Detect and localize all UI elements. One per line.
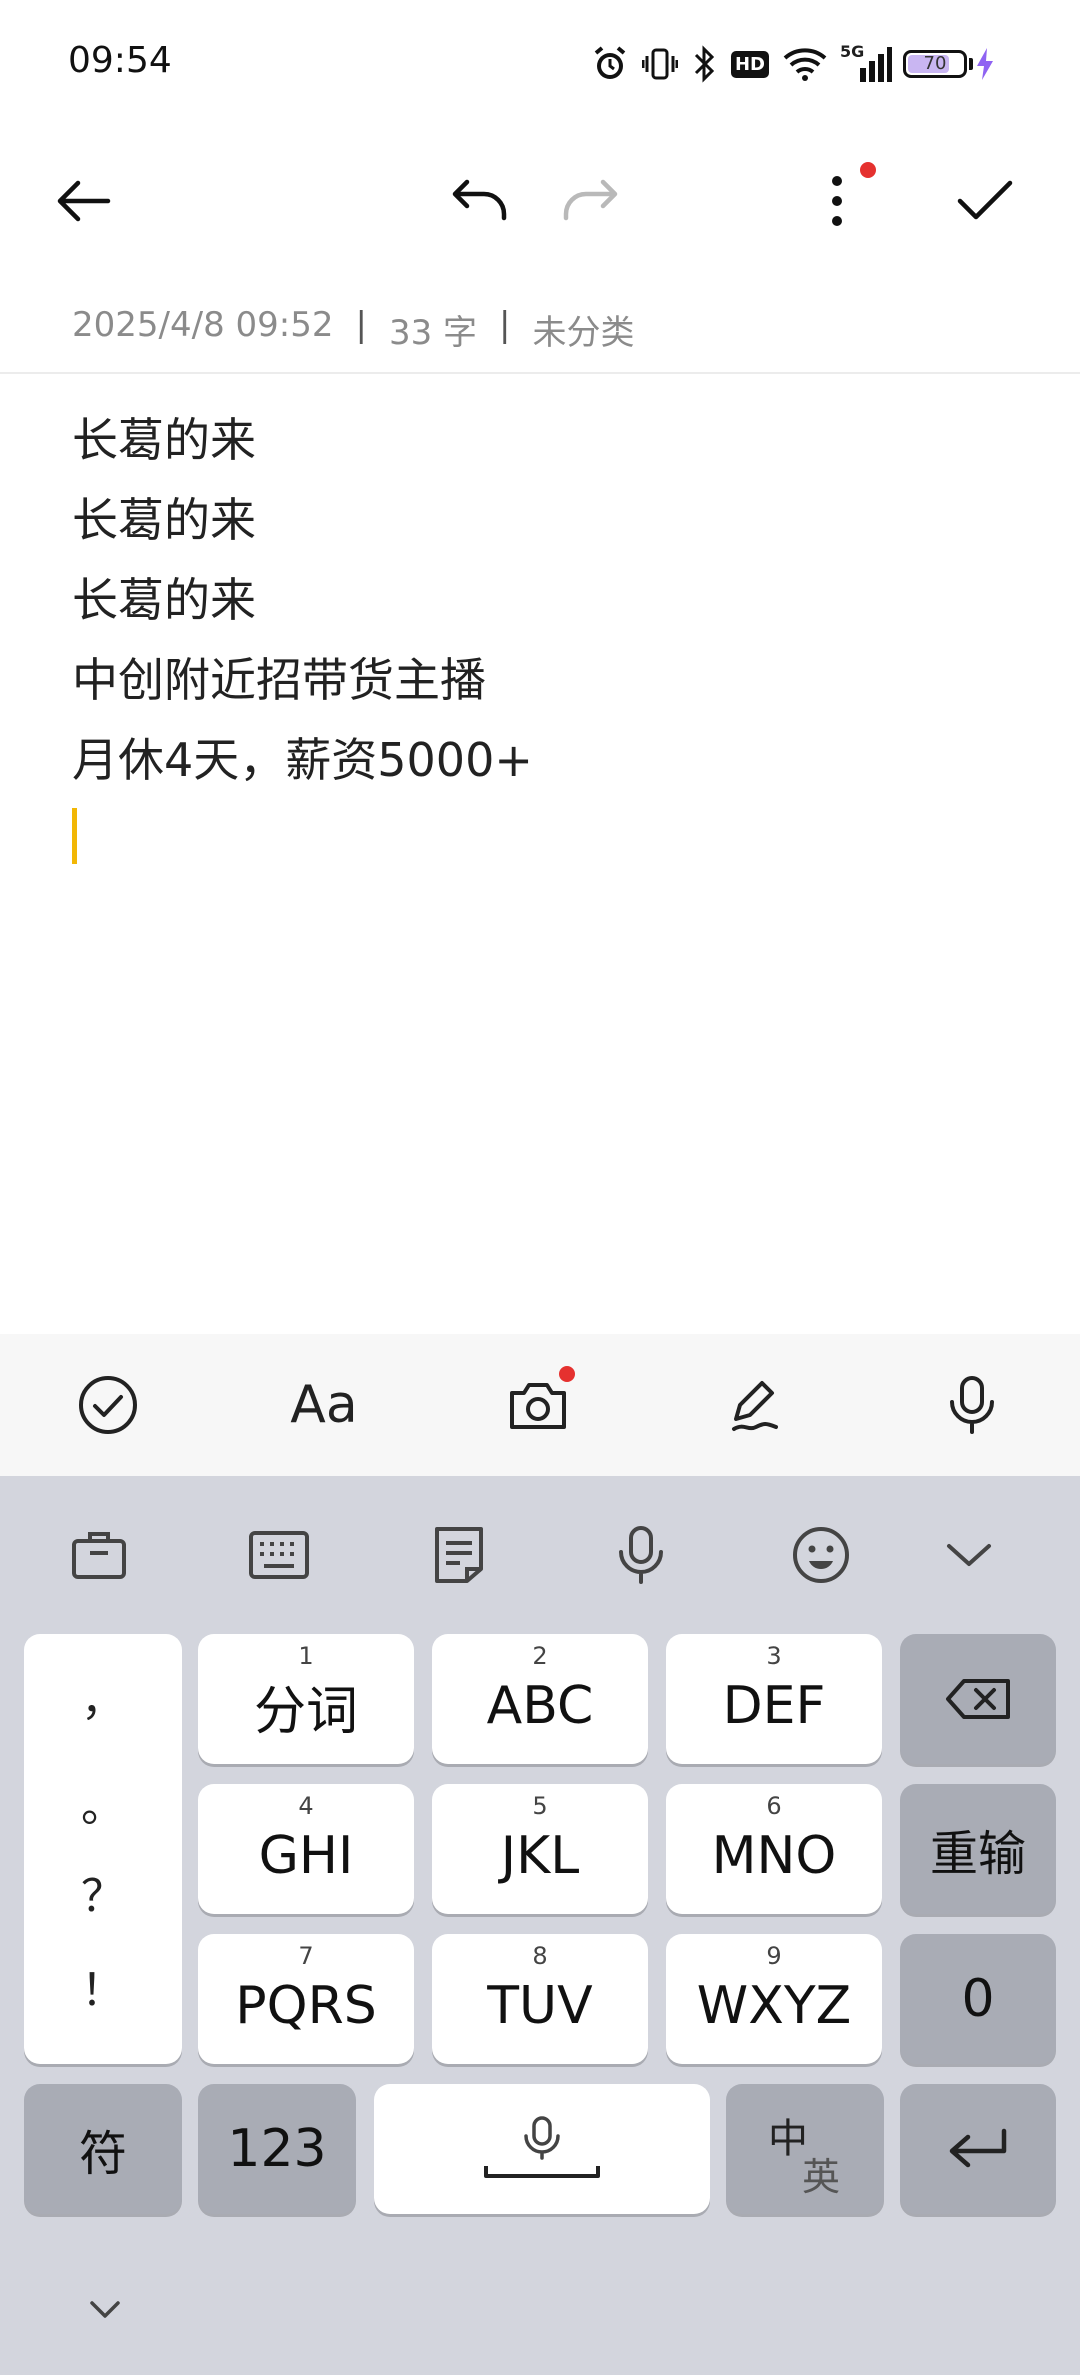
- meta-separator: |: [355, 305, 367, 345]
- chevron-down-icon: [947, 1544, 991, 1566]
- note-body[interactable]: 长葛的来 长葛的来 长葛的来 中创附近招带货主播 月休4天，薪资5000+: [72, 400, 533, 800]
- back-arrow-icon: [57, 180, 111, 222]
- space-key[interactable]: [374, 2084, 710, 2214]
- kb-toolbox-button[interactable]: [44, 1500, 154, 1610]
- text-cursor: [72, 808, 77, 864]
- key-2[interactable]: 2 ABC: [432, 1634, 648, 1764]
- meta-separator: |: [499, 305, 511, 345]
- bluetooth-icon: [688, 44, 722, 84]
- text-format-button[interactable]: Aa: [264, 1334, 384, 1476]
- key-7[interactable]: 7 PQRS: [198, 1934, 414, 2064]
- voice-input-button[interactable]: [912, 1334, 1032, 1476]
- numeric-key[interactable]: 123: [198, 2084, 356, 2214]
- punct-question[interactable]: ？: [24, 1860, 182, 1924]
- pen-button[interactable]: [696, 1334, 816, 1476]
- note-line: 长葛的来: [72, 413, 256, 467]
- checklist-button[interactable]: [48, 1334, 168, 1476]
- camera-button[interactable]: [478, 1334, 598, 1476]
- notification-dot: [860, 162, 876, 178]
- checkmark-icon: [957, 180, 1013, 220]
- key-4[interactable]: 4 GHI: [198, 1784, 414, 1914]
- emoji-icon: [793, 1527, 849, 1583]
- kb-clipboard-button[interactable]: [404, 1500, 514, 1610]
- backspace-icon: [946, 1679, 1010, 1719]
- kb-voice-button[interactable]: [586, 1500, 696, 1610]
- pen-icon: [732, 1381, 778, 1431]
- keyboard-icon: [249, 1531, 309, 1579]
- key-8[interactable]: 8 TUV: [432, 1934, 648, 2064]
- microphone-icon: [619, 1526, 663, 1584]
- note-line: 中创附近招带货主播: [72, 653, 486, 707]
- redo-icon: [563, 179, 618, 221]
- space-mic-icon: [484, 2116, 600, 2178]
- 5g-signal-icon: 5G: [838, 42, 892, 84]
- alarm-icon: [590, 44, 630, 84]
- hd-icon: HD: [730, 44, 770, 84]
- note-meta: 2025/4/8 09:52 | 33 字 | 未分类: [72, 305, 635, 354]
- notification-dot: [559, 1366, 575, 1382]
- redo-button[interactable]: [544, 156, 634, 246]
- clipboard-icon: [435, 1527, 483, 1583]
- back-button[interactable]: [38, 156, 128, 246]
- backspace-key[interactable]: [900, 1634, 1056, 1764]
- key-1[interactable]: 1 分词: [198, 1634, 414, 1764]
- kb-emoji-button[interactable]: [766, 1500, 876, 1610]
- hide-keyboard-button[interactable]: [70, 2280, 140, 2340]
- kb-layout-button[interactable]: [224, 1500, 334, 1610]
- chevron-down-icon: [90, 2301, 120, 2318]
- note-line: 月休4天，薪资5000+: [72, 733, 533, 787]
- camera-icon: [510, 1383, 566, 1429]
- charging-icon: [972, 44, 998, 84]
- more-vert-icon: [832, 176, 842, 226]
- symbol-key[interactable]: 符: [24, 2084, 182, 2214]
- key-3[interactable]: 3 DEF: [666, 1634, 882, 1764]
- kb-collapse-button[interactable]: [914, 1500, 1024, 1610]
- note-char-count: 33 字: [388, 313, 478, 353]
- microphone-icon: [950, 1376, 994, 1434]
- divider: [0, 372, 1080, 374]
- checklist-icon: [79, 1376, 137, 1434]
- note-line: 长葛的来: [72, 493, 256, 547]
- key-9[interactable]: 9 WXYZ: [666, 1934, 882, 2064]
- text-format-icon: Aa: [290, 1375, 358, 1435]
- vibrate-icon: [640, 44, 680, 84]
- status-time: 09:54: [68, 40, 172, 81]
- reenter-key[interactable]: 重输: [900, 1784, 1056, 1914]
- toolbox-icon: [72, 1532, 126, 1579]
- punct-period[interactable]: 。: [24, 1770, 182, 1834]
- punctuation-column[interactable]: ， 。 ？ ！: [24, 1634, 182, 2064]
- punct-exclaim[interactable]: ！: [24, 1954, 182, 2018]
- key-0[interactable]: 0: [900, 1934, 1056, 2064]
- punct-comma[interactable]: ，: [24, 1664, 182, 1728]
- note-line: 长葛的来: [72, 573, 256, 627]
- key-5[interactable]: 5 JKL: [432, 1784, 648, 1914]
- key-6[interactable]: 6 MNO: [666, 1784, 882, 1914]
- undo-icon: [452, 179, 507, 221]
- battery-icon: 70: [902, 44, 974, 84]
- save-button[interactable]: [940, 156, 1030, 246]
- wifi-icon: [780, 44, 830, 84]
- note-category[interactable]: 未分类: [533, 305, 635, 354]
- enter-key[interactable]: [900, 2084, 1056, 2214]
- enter-icon: [949, 2128, 1007, 2168]
- note-date: 2025/4/8 09:52: [72, 305, 334, 345]
- undo-button[interactable]: [436, 156, 526, 246]
- language-switch-key[interactable]: 中 英: [726, 2084, 884, 2214]
